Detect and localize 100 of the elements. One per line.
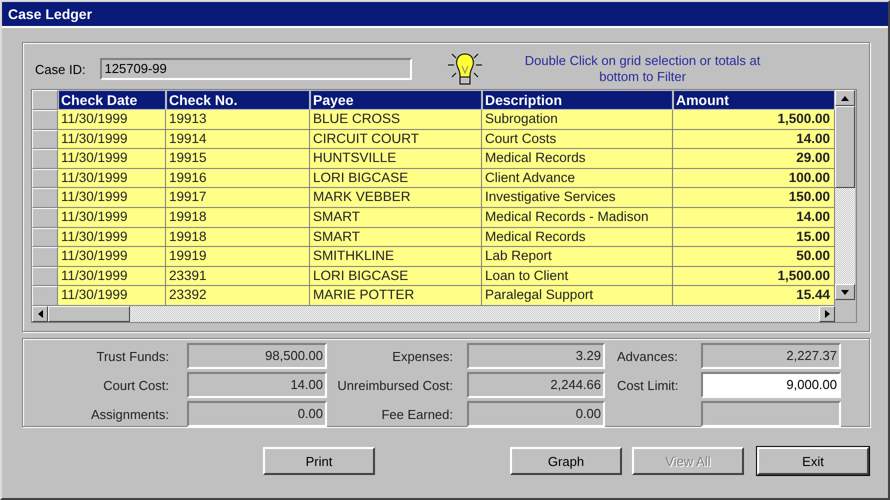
row-header[interactable] — [32, 286, 58, 306]
table-cell: 19918 — [166, 208, 310, 228]
field-label: Fee Earned: — [380, 406, 454, 422]
field-label: Advances: — [616, 348, 679, 364]
row-header[interactable] — [32, 188, 58, 208]
scroll-thumb[interactable] — [835, 106, 855, 188]
window-title: Case Ledger — [2, 2, 888, 28]
table-cell: 11/30/1999 — [58, 208, 166, 228]
table-cell: 19919 — [166, 247, 310, 267]
total-field[interactable]: 0.00 — [467, 401, 605, 427]
table-cell: 23391 — [166, 266, 310, 286]
down-arrow-icon — [841, 290, 849, 294]
horizontal-scrollbar[interactable] — [32, 306, 835, 322]
table-cell: MARIE POTTER — [310, 286, 482, 306]
right-arrow-icon — [824, 310, 830, 318]
table-cell: Medical Records — [482, 149, 673, 169]
table-cell: 11/30/1999 — [58, 228, 166, 248]
table-cell: 11/30/1999 — [58, 188, 166, 208]
total-field[interactable]: 98,500.00 — [187, 343, 327, 369]
row-header[interactable] — [32, 228, 58, 248]
table-cell: Medical Records - Madison — [482, 208, 673, 228]
field-label: Case ID: — [35, 62, 86, 76]
table-cell: Lab Report — [482, 247, 673, 267]
field-label: Trust Funds: — [96, 348, 170, 364]
dialog-button[interactable]: Graph — [510, 447, 622, 475]
left-arrow-icon — [38, 310, 42, 318]
table-cell: SMART — [310, 228, 482, 248]
total-field[interactable]: 0.00 — [187, 401, 327, 427]
hint-text: Double Click on grid selection or totals at bottom to Filter — [524, 53, 762, 85]
table-cell: SMART — [310, 208, 482, 228]
total-field[interactable]: 2,244.66 — [467, 372, 605, 398]
scrollbar-corner — [835, 300, 855, 322]
column-header[interactable]: Amount — [673, 90, 835, 110]
row-header[interactable] — [32, 208, 58, 228]
total-field[interactable]: 14.00 — [187, 372, 327, 398]
table-cell: SMITHKLINE — [310, 247, 482, 267]
table-cell: 14.00 — [673, 130, 835, 150]
table-cell: CIRCUIT COURT — [310, 130, 482, 150]
dialog-button[interactable]: Print — [263, 447, 375, 475]
row-header[interactable] — [32, 110, 58, 130]
total-field[interactable]: 9,000.00 — [701, 372, 841, 398]
table-cell: Client Advance — [482, 168, 673, 188]
table-cell: 11/30/1999 — [58, 247, 166, 267]
row-header[interactable] — [32, 149, 58, 169]
table-cell: 29.00 — [673, 149, 835, 169]
table-cell: 1,500.00 — [673, 110, 835, 130]
table-cell: 100.00 — [673, 168, 835, 188]
field-label: Expenses: — [391, 348, 454, 364]
total-field[interactable]: 2,227.37 — [701, 343, 841, 369]
table-cell: MARK VEBBER — [310, 188, 482, 208]
table-cell: 19915 — [166, 149, 310, 169]
row-header[interactable] — [32, 130, 58, 150]
field-label: Court Cost: — [102, 378, 170, 392]
table-cell: 19916 — [166, 168, 310, 188]
table-cell: 1,500.00 — [673, 266, 835, 286]
table-cell: 23392 — [166, 286, 310, 306]
table-cell: 19918 — [166, 228, 310, 248]
field-label: Cost Limit: — [616, 378, 680, 392]
row-header[interactable] — [32, 168, 58, 188]
dialog-button[interactable]: Exit — [757, 447, 869, 475]
up-arrow-icon — [841, 96, 849, 100]
table-cell: BLUE CROSS — [310, 110, 482, 130]
table-cell: 14.00 — [673, 208, 835, 228]
table-cell: 50.00 — [673, 247, 835, 267]
table-cell: 11/30/1999 — [58, 286, 166, 306]
table-cell: 15.44 — [673, 286, 835, 306]
table-cell: 19914 — [166, 130, 310, 150]
table-cell: Subrogation — [482, 110, 673, 130]
table-cell: HUNTSVILLE — [310, 149, 482, 169]
scroll-thumb[interactable] — [48, 306, 130, 322]
column-header[interactable]: Check No. — [166, 90, 310, 110]
table-cell: Court Costs — [482, 130, 673, 150]
scroll-down-button[interactable] — [835, 284, 855, 300]
table-cell: Loan to Client — [482, 266, 673, 286]
column-header[interactable]: Payee — [310, 90, 482, 110]
table-cell: Investigative Services — [482, 188, 673, 208]
lightbulb-icon — [446, 51, 484, 87]
row-header[interactable] — [32, 266, 58, 286]
row-header[interactable] — [32, 90, 58, 110]
table-cell: 11/30/1999 — [58, 149, 166, 169]
table-cell: LORI BIGCASE — [310, 168, 482, 188]
field-label: Assignments: — [90, 406, 170, 422]
scroll-left-button[interactable] — [32, 306, 48, 322]
field-label: Unreimbursed Cost: — [336, 378, 454, 392]
table-cell: LORI BIGCASE — [310, 266, 482, 286]
table-cell: 15.00 — [673, 228, 835, 248]
empty-field[interactable] — [701, 401, 841, 427]
scroll-right-button[interactable] — [819, 306, 835, 322]
table-cell: Paralegal Support — [482, 286, 673, 306]
row-header[interactable] — [32, 247, 58, 267]
column-header[interactable]: Check Date — [58, 90, 166, 110]
scroll-up-button[interactable] — [835, 90, 855, 106]
table-cell: 150.00 — [673, 188, 835, 208]
table-cell: 19917 — [166, 188, 310, 208]
total-field[interactable]: 3.29 — [467, 343, 605, 369]
table-cell: 11/30/1999 — [58, 266, 166, 286]
column-header[interactable]: Description — [482, 90, 673, 110]
case-id-field[interactable]: 125709-99 — [100, 58, 412, 80]
vertical-scrollbar[interactable] — [835, 90, 855, 322]
table-cell: 19913 — [166, 110, 310, 130]
